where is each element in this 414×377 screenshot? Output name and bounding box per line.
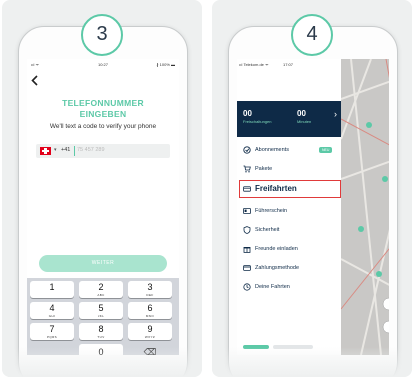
step-3-panel: 3 •ıl ᯤ 10:27 ∦ 100% ▬ TELEFONNUMMER EIN…	[2, 0, 202, 377]
phone-mockup: •ıl ᯤ 10:27 ∦ 100% ▬ TELEFONNUMMER EINGE…	[18, 26, 188, 377]
phone-placeholder: 75 457 289	[77, 147, 105, 153]
key-4[interactable]: 4 GHI	[30, 302, 74, 319]
country-code: +41	[61, 147, 71, 153]
chevron-right-icon: ›	[334, 109, 337, 119]
status-time: 17:07	[283, 62, 294, 67]
swiss-flag-icon	[40, 147, 51, 155]
menu-screen: •ıl Telekom.de ᯤ 17:07 00 Freischaltunge…	[237, 59, 389, 355]
page-title: TELEFONNUMMER EINGEBEN	[27, 98, 179, 120]
status-bar: •ıl Telekom.de ᯤ 17:07	[237, 61, 341, 69]
key-9[interactable]: 9 WXYZ	[128, 323, 172, 340]
new-badge: NEU	[319, 147, 333, 153]
menu-item-zahlungsmethode[interactable]: Zahlungsmethode	[241, 260, 337, 276]
step-4-panel: 4 •ıl Telekom.de ᯤ 17:07 00 Freischaltun…	[212, 0, 412, 377]
key-3[interactable]: 3 DEF	[128, 281, 172, 298]
clock-icon	[243, 283, 251, 291]
menu-item-sicherheit[interactable]: Sicherheit	[241, 222, 337, 238]
carrier-indicator: •ıl Telekom.de ᯤ	[239, 62, 269, 67]
text-cursor	[74, 146, 75, 156]
verification-hint: We'll text a code to verify your phone	[49, 123, 157, 130]
bottom-fade	[212, 347, 412, 377]
key-2[interactable]: 2 ABC	[79, 281, 123, 298]
key-8[interactable]: 8 TUV	[79, 323, 123, 340]
bottom-fade	[2, 347, 202, 377]
key-1[interactable]: 1	[30, 281, 74, 298]
menu-item-freifahrten[interactable]: Freifahrten	[239, 180, 341, 198]
cart-icon	[243, 165, 251, 173]
license-icon	[243, 207, 251, 214]
map-background	[341, 59, 389, 355]
menu-item-pakete[interactable]: Pakete	[241, 161, 337, 177]
key-7[interactable]: 7 PQRS	[30, 323, 74, 340]
continue-button[interactable]: WEITER	[39, 255, 167, 272]
phone-mockup: •ıl Telekom.de ᯤ 17:07 00 Freischaltunge…	[228, 26, 398, 377]
shield-icon	[243, 226, 251, 234]
stats-header[interactable]: 00 Freischaltungen 00 Minuten ›	[237, 101, 341, 137]
step-number-badge: 4	[291, 14, 333, 56]
menu-item-abonnements[interactable]: Abonnements NEU	[241, 142, 337, 158]
phone-number-screen: •ıl ᯤ 10:27 ∦ 100% ▬ TELEFONNUMMER EINGE…	[27, 59, 179, 355]
subscription-icon	[243, 146, 251, 154]
status-bar: •ıl ᯤ 10:27 ∦ 100% ▬	[27, 61, 179, 69]
key-6[interactable]: 6 MNO	[128, 302, 172, 319]
country-dropdown-icon[interactable]: ▾	[54, 147, 57, 153]
menu-item-fuehrerschein[interactable]: Führerschein	[241, 203, 337, 219]
gift-icon	[243, 247, 251, 253]
battery-indicator: ∦ 100% ▬	[156, 62, 175, 67]
phone-number-field[interactable]: ▾ +41 75 457 289	[36, 144, 170, 158]
title-line-1: TELEFONNUMMER	[62, 98, 144, 108]
unlocks-stat: 00 Freischaltungen	[243, 109, 272, 124]
card-icon	[243, 265, 251, 271]
title-line-2: EINGEBEN	[79, 109, 127, 119]
menu-item-deine-fahrten[interactable]: Deine Fahrten	[241, 279, 337, 295]
numeric-keypad: 1 2 ABC 3 DEF 4 GHI 5 JKL 6 MNO 7 PQRS 8 TUV 9W…	[27, 278, 179, 355]
key-5[interactable]: 5 JKL	[79, 302, 123, 319]
minutes-stat: 00 Minuten	[297, 109, 312, 124]
step-number-badge: 3	[81, 14, 123, 56]
ticket-icon	[243, 186, 251, 192]
side-menu: •ıl Telekom.de ᯤ 17:07 00 Freischaltunge…	[237, 59, 341, 355]
menu-item-freunde-einladen[interactable]: Freunde einladen	[241, 241, 337, 257]
back-button[interactable]	[31, 75, 38, 88]
chevron-left-icon	[31, 75, 38, 86]
